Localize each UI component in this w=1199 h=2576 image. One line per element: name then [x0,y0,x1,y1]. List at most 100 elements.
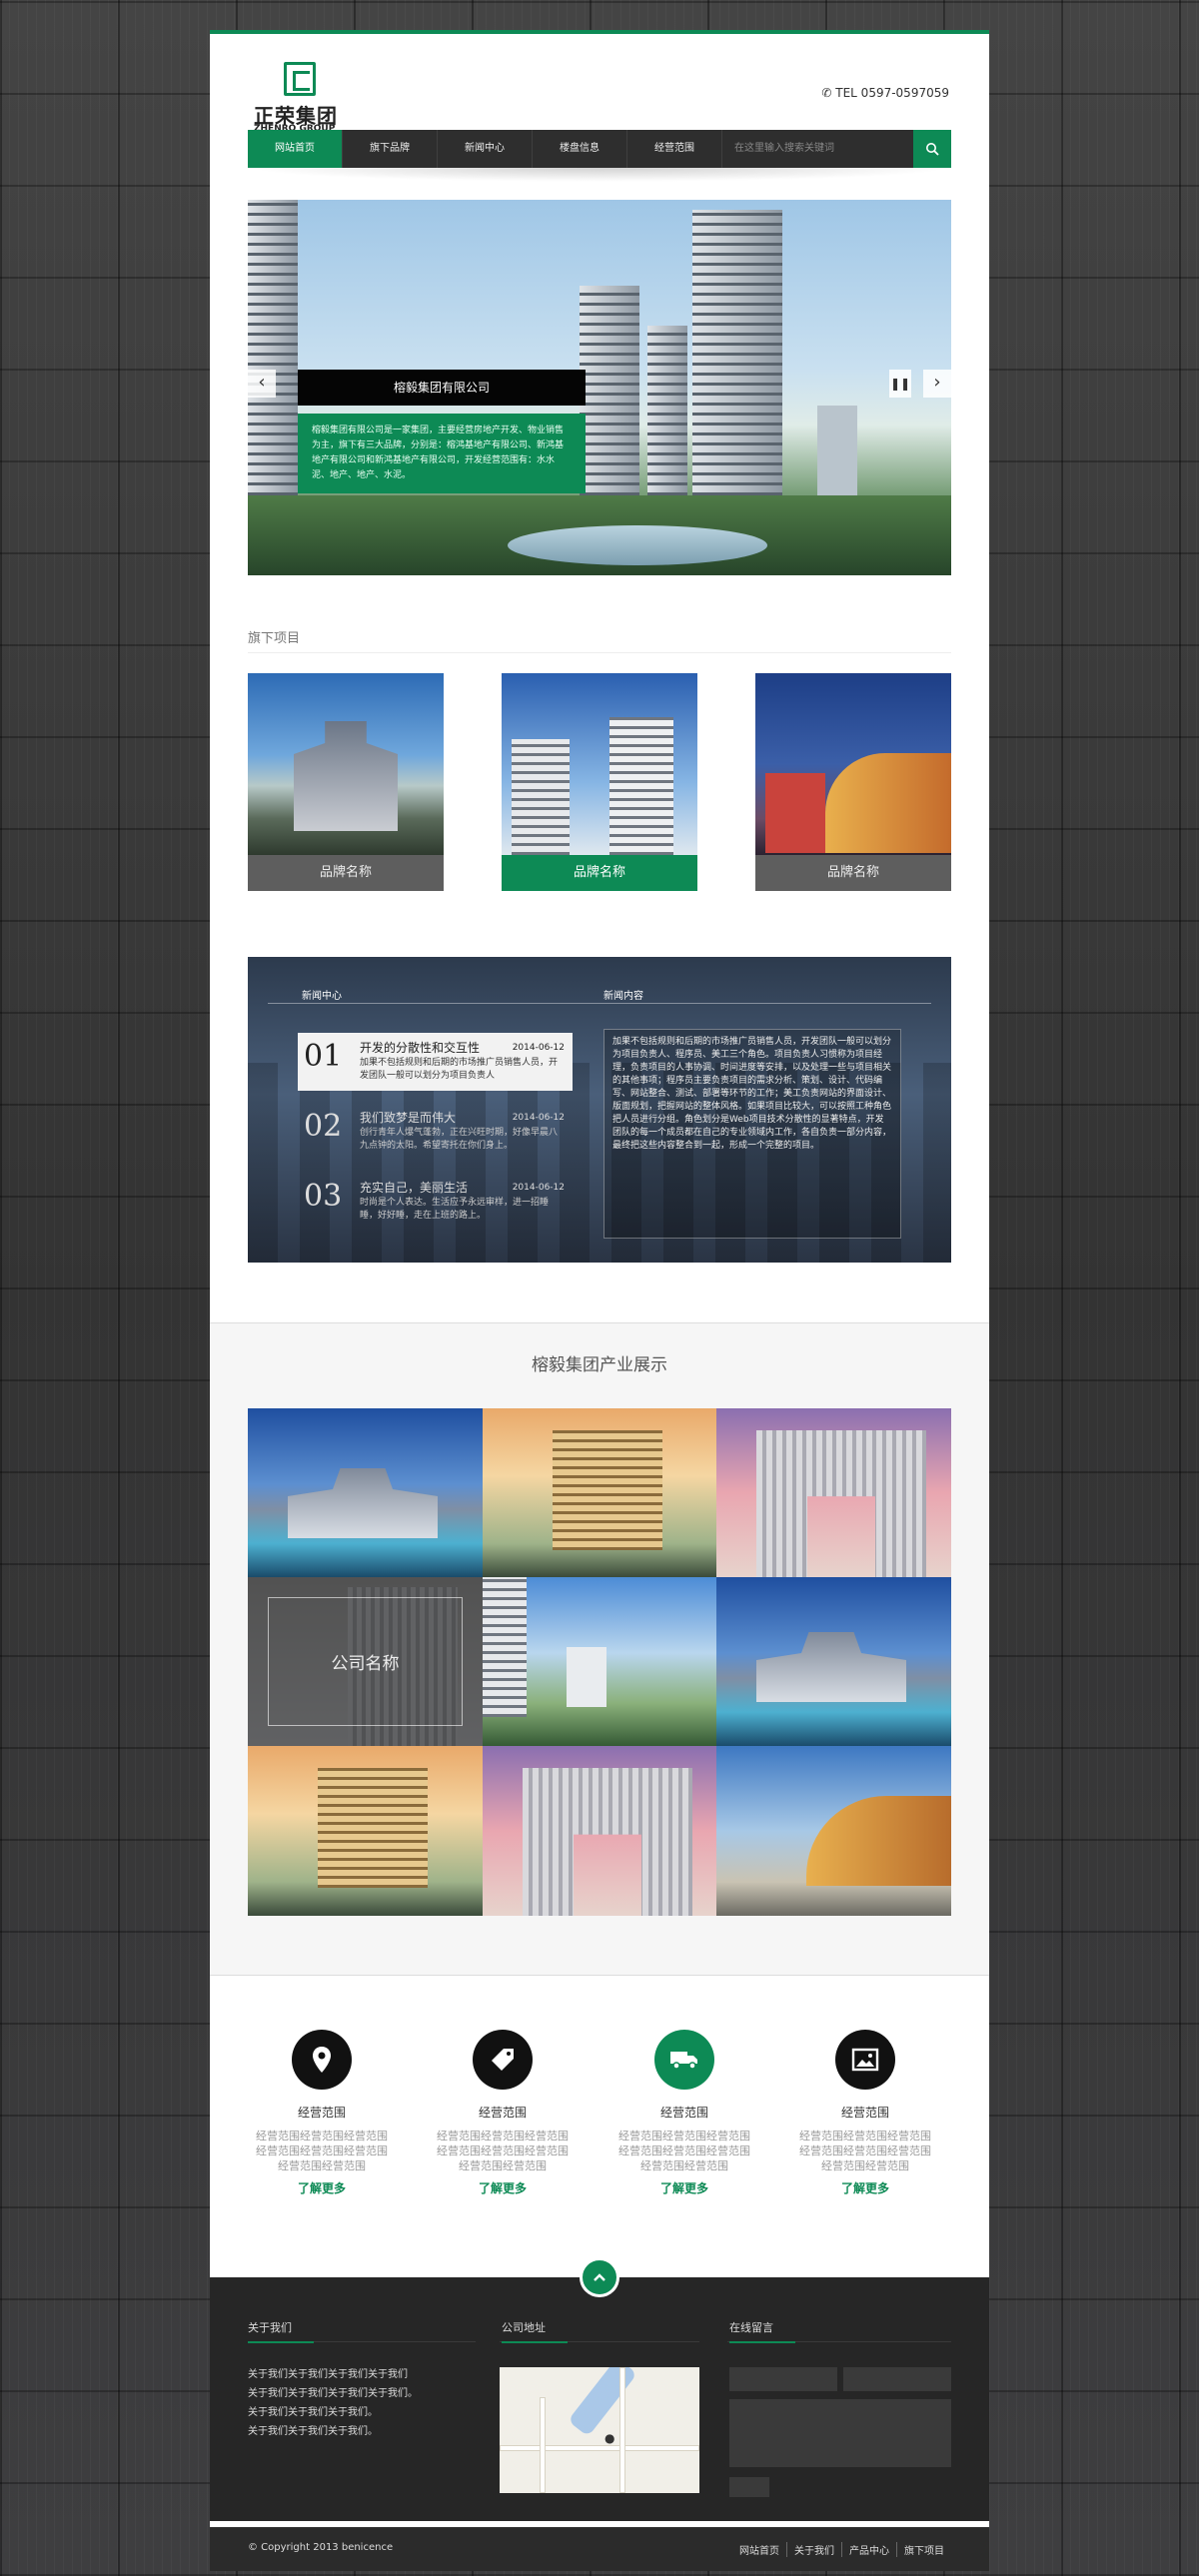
gallery-image[interactable] [716,1577,951,1746]
gallery-building [318,1768,428,1888]
service-item: 经营范围 经营范围经营范围经营范围经营范围经营范围经营范围经营范围经营范围 了解… [790,2030,940,2196]
news-item-title: 我们致梦是而伟大 [360,1111,457,1125]
service-name: 经营范围 [297,2106,346,2120]
learn-more-link[interactable]: 了解更多 [609,2179,759,2196]
brand-image [248,673,444,855]
brand-label: 品牌名称 [502,855,697,891]
service-desc: 经营范围经营范围经营范围经营范围经营范围经营范围经营范围经营范围 [799,2130,931,2172]
brand-label: 品牌名称 [248,855,444,891]
news-item-title: 充实自己，美丽生活 [360,1181,469,1195]
news-item-number: 02 [304,1109,343,1144]
gallery-image[interactable] [483,1577,716,1746]
service-name: 经营范围 [659,2106,708,2120]
search-input[interactable]: 在这里输入搜索关键词 [734,130,913,168]
news-item[interactable]: 02 我们致梦是而伟大 2014-06-12 创行青年人爆气蓬勃，正在兴旺时期，… [298,1103,573,1161]
banner-building [692,210,782,515]
brand-building [512,739,570,855]
news-item[interactable]: 03 充实自己，美丽生活 2014-06-12 时尚是个人表达。生活应予永远审样… [298,1173,573,1231]
news-item-date: 2014-06-12 [512,1113,565,1123]
footer-link-products[interactable]: 产品中心 [841,2542,896,2557]
service-item: 经营范围 经营范围经营范围经营范围经营范围经营范围经营范围经营范围经营范围 了解… [609,2030,759,2196]
gallery-building [756,1632,906,1702]
page-container: 正荣集团 ZHENRO GROUP ✆ TEL 0597-0597059 网站首… [210,30,989,2571]
search-button[interactable] [913,130,951,168]
about-line: 关于我们关于我们关于我们关于我们 [248,2369,408,2380]
price-tag-icon [473,2030,533,2090]
nav-item-business-scope[interactable]: 经营范围 [627,130,722,168]
brand-card[interactable]: 品牌名称 [755,673,951,891]
phone-number: ✆ TEL 0597-0597059 [821,86,949,100]
news-item[interactable]: 01 开发的分散性和交互性 2014-06-12 加果不包括规则和后期的市场推广… [298,1033,573,1091]
gallery-image[interactable] [483,1408,716,1577]
gallery-building [553,1430,662,1550]
service-item: 经营范围 经营范围经营范围经营范围经营范围经营范围经营范围经营范围经营范围 了解… [247,2030,397,2196]
gallery-building [483,1577,527,1717]
message-submit-button[interactable] [729,2477,769,2497]
map-pin-icon: ● [604,2431,615,2445]
copyright-text: © Copyright 2013 benicence [248,2542,394,2553]
footer-links: 网站首页 关于我们 产品中心 旗下项目 [732,2542,951,2557]
about-line: 关于我们关于我们关于我们。 [248,2407,378,2418]
company-map[interactable]: ● [500,2367,699,2493]
nav-item-brands[interactable]: 旗下品牌 [343,130,438,168]
industry-title: 榕毅集团产业展示 [532,1355,667,1375]
service-desc: 经营范围经营范围经营范围经营范围经营范围经营范围经营范围经营范围 [437,2130,569,2172]
news-content: 加果不包括规则和后期的市场推广员销售人员，开发团队一般可以划分为项目负责人、程序… [603,1029,901,1239]
banner-building [647,326,687,515]
gallery-building [567,1647,606,1707]
map-road [540,2397,546,2493]
banner-title: 榕毅集团有限公司 [298,370,586,406]
footer: 关于我们 公司地址 在线留言 关于我们关于我们关于我们关于我们 关于我们关于我们… [210,2277,989,2521]
back-to-top-button[interactable] [580,2257,619,2297]
service-name: 经营范围 [840,2106,889,2120]
gallery-image[interactable] [483,1746,716,1916]
brand-building [825,753,951,853]
nav-item-properties[interactable]: 楼盘信息 [533,130,627,168]
news-item-number: 03 [304,1179,343,1214]
brand-image [755,673,951,855]
message-textarea[interactable] [729,2399,951,2467]
nav-item-home[interactable]: 网站首页 [248,130,343,168]
brand-building [294,721,398,831]
gallery-image[interactable] [716,1408,951,1577]
banner-pause-button[interactable]: ❚❚ [889,370,911,398]
banner-description: 榕毅集团有限公司是一家集团，主要经营房地产开发、物业销售为主，旗下有三大品牌，分… [298,414,586,493]
footer-about-text: 关于我们关于我们关于我们关于我们 关于我们关于我们关于我们关于我们。 关于我们关… [248,2365,478,2441]
footer-link-about[interactable]: 关于我们 [786,2542,841,2557]
industry-gallery: 公司名称 [248,1408,951,1916]
map-road [619,2367,625,2493]
banner-building [580,286,639,515]
gallery-building [806,1796,951,1886]
logo-mark-icon [284,62,316,96]
message-name-input[interactable] [729,2367,837,2391]
chevron-left-icon: ‹ [258,372,266,393]
footer-link-home[interactable]: 网站首页 [732,2542,786,2557]
learn-more-link[interactable]: 了解更多 [247,2179,397,2196]
brand-card[interactable]: 品牌名称 [248,673,444,891]
banner-building [248,200,298,515]
gallery-image[interactable] [248,1746,483,1916]
gallery-featured[interactable]: 公司名称 [248,1577,483,1746]
footer-link-projects[interactable]: 旗下项目 [896,2542,951,2557]
brand-card[interactable]: 品牌名称 [502,673,697,891]
learn-more-link[interactable]: 了解更多 [428,2179,578,2196]
banner-pond [508,525,767,565]
banner-next-button[interactable]: › [923,370,951,398]
chevron-up-icon [594,2273,605,2281]
gallery-image[interactable] [716,1746,951,1916]
footer-message-title: 在线留言 [729,2319,795,2343]
footer-address-title: 公司地址 [502,2319,568,2343]
learn-more-link[interactable]: 了解更多 [790,2179,940,2196]
gallery-company-name: 公司名称 [331,1654,400,1674]
gallery-building [288,1468,438,1538]
news-right-header: 新闻内容 [603,991,643,1002]
message-email-input[interactable] [843,2367,951,2391]
company-logo[interactable]: 正荣集团 ZHENRO GROUP [254,62,354,134]
gallery-building [756,1430,926,1577]
nav-item-news[interactable]: 新闻中心 [438,130,533,168]
news-item-title: 开发的分散性和交互性 [360,1041,481,1055]
brand-building [765,773,825,853]
news-item-date: 2014-06-12 [512,1043,565,1053]
gallery-image[interactable] [248,1408,483,1577]
banner-prev-button[interactable]: ‹ [248,370,276,398]
